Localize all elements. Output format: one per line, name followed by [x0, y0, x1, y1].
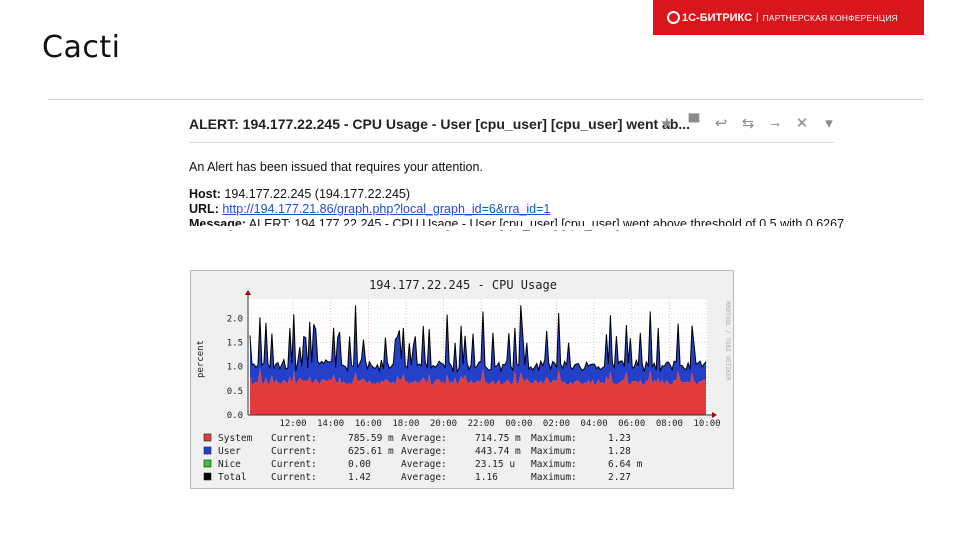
legend-average-value: 443.74 m: [475, 446, 521, 457]
legend-maximum-label: Maximum:: [531, 446, 577, 457]
legend-maximum-value: 2.27: [608, 472, 631, 483]
email-divider: [189, 142, 834, 143]
slide-title: Cacti: [42, 30, 121, 65]
legend-current-value: 1.42: [348, 472, 371, 483]
x-tick-label: 20:00: [430, 419, 457, 429]
x-axis-arrow: [712, 412, 717, 418]
legend-current-value: 785.59 m: [348, 433, 394, 444]
graph-url-link[interactable]: http://194.177.21.86/graph.php?local_gra…: [222, 202, 550, 216]
reply-icon[interactable]: ↩: [712, 114, 730, 132]
star-icon[interactable]: ★: [658, 114, 676, 132]
legend-current-label: Current:: [271, 472, 317, 483]
legend-current-label: Current:: [271, 446, 317, 457]
x-tick-label: 22:00: [468, 419, 495, 429]
url-line: URL: http://194.177.21.86/graph.php?loca…: [189, 202, 844, 217]
legend-average-label: Average:: [401, 472, 447, 483]
x-tick-label: 06:00: [618, 419, 645, 429]
legend-maximum-label: Maximum:: [531, 472, 577, 483]
cpu-usage-graph: 194.177.22.245 - CPU Usage percent RRDTO…: [190, 270, 734, 489]
text-clip-mask: [189, 226, 839, 230]
legend-average-label: Average:: [401, 459, 447, 470]
url-label: URL:: [189, 202, 219, 216]
legend-swatch: [203, 433, 212, 442]
x-tick-label: 14:00: [317, 419, 344, 429]
x-tick-label: 00:00: [505, 419, 532, 429]
legend-series-name: Nice: [218, 459, 241, 470]
x-tick-label: 18:00: [392, 419, 419, 429]
host-label: Host:: [189, 187, 221, 201]
legend-average-value: 23.15 u: [475, 459, 515, 470]
brand-tagline: ПАРТНЕРСКАЯ КОНФЕРЕНЦИЯ: [762, 12, 898, 23]
legend-maximum-value: 1.28: [608, 446, 631, 457]
email-body: An Alert has been issued that requires y…: [189, 160, 844, 232]
more-icon[interactable]: ▾: [820, 114, 838, 132]
legend-average-value: 714.75 m: [475, 433, 521, 444]
y-tick-label: 0.0: [227, 411, 243, 421]
email-toolbar: ★ ▀ ↩ ⇆ → ✕ ▾: [658, 114, 838, 132]
legend-average-label: Average:: [401, 446, 447, 457]
x-tick-label: 04:00: [581, 419, 608, 429]
legend-series-name: User: [218, 446, 241, 457]
graph-legend: System Current: 785.59 m Average: 714.75 m Ma…: [203, 433, 643, 483]
brand-logo: 1С-БИТРИКС: [667, 11, 752, 24]
y-axis-arrow: [245, 290, 251, 295]
host-line: Host: 194.177.22.245 (194.177.22.245): [189, 187, 844, 202]
x-tick-labels: 12:00 14:00 16:00 18:00 20:00 22:00 00:00 02:00…: [279, 419, 720, 429]
forward-icon[interactable]: →: [766, 114, 784, 132]
legend-swatch: [203, 472, 212, 481]
legend-swatch: [203, 446, 212, 455]
brand-separator: |: [756, 12, 759, 23]
reply-all-icon[interactable]: ⇆: [739, 114, 757, 132]
legend-series-name: Total: [218, 472, 247, 483]
legend-maximum-value: 6.64 m: [608, 459, 643, 470]
host-value: 194.177.22.245 (194.177.22.245): [224, 187, 411, 201]
legend-average-value: 1.16: [475, 472, 498, 483]
y-tick-label: 0.5: [227, 387, 243, 397]
legend-average-label: Average:: [401, 433, 447, 444]
x-tick-label: 16:00: [355, 419, 382, 429]
email-subject: ALERT: 194.177.22.245 - CPU Usage - User…: [189, 116, 691, 132]
legend-maximum-value: 1.23: [608, 433, 631, 444]
legend-current-value: 0.00: [348, 459, 371, 470]
legend-series-name: System: [218, 433, 253, 444]
delete-icon[interactable]: ✕: [793, 114, 811, 132]
rrdtool-watermark: RRDTOOL / TOBI OETIKER: [724, 301, 731, 381]
label-icon[interactable]: ▀: [685, 114, 703, 132]
legend-maximum-label: Maximum:: [531, 433, 577, 444]
graph-canvas: 194.177.22.245 - CPU Usage percent RRDTO…: [196, 278, 731, 483]
y-tick-label: 1.0: [227, 363, 243, 373]
legend-current-label: Current:: [271, 433, 317, 444]
y-tick-labels: 0.0 0.5 1.0 1.5 2.0: [227, 314, 243, 421]
graph-title: 194.177.22.245 - CPU Usage: [369, 278, 557, 292]
legend-swatch: [203, 459, 212, 468]
legend-maximum-label: Maximum:: [531, 459, 577, 470]
x-tick-label: 10:00: [693, 419, 720, 429]
y-axis-label: percent: [196, 340, 206, 378]
email-intro: An Alert has been issued that requires y…: [189, 160, 483, 174]
y-tick-label: 1.5: [227, 339, 243, 349]
title-divider: [48, 99, 924, 100]
brand-circle-icon: [667, 11, 680, 24]
brand-name: 1С-БИТРИКС: [682, 11, 753, 24]
legend-current-label: Current:: [271, 459, 317, 470]
legend-current-value: 625.61 m: [348, 446, 394, 457]
x-tick-label: 12:00: [279, 419, 306, 429]
x-tick-label: 02:00: [543, 419, 570, 429]
brand-banner: 1С-БИТРИКС | ПАРТНЕРСКАЯ КОНФЕРЕНЦИЯ: [653, 0, 924, 35]
x-tick-label: 08:00: [656, 419, 683, 429]
y-tick-label: 2.0: [227, 314, 243, 324]
